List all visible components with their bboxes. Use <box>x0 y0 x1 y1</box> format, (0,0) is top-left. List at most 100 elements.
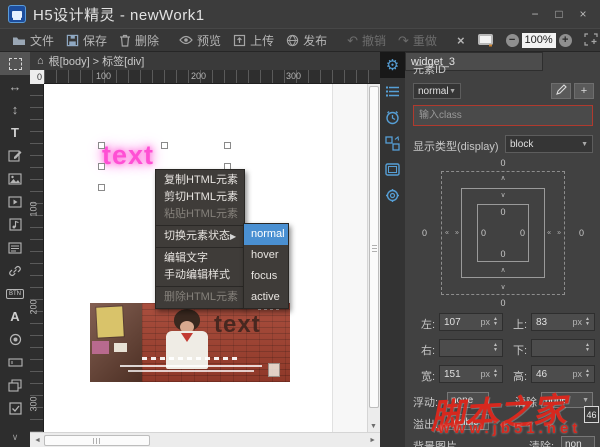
state-dropdown[interactable]: normal▼ <box>413 83 461 99</box>
toolbox-more-button[interactable]: ∨ <box>12 432 19 443</box>
selection-handle[interactable] <box>161 142 168 149</box>
stepper-icon[interactable]: ▲▼ <box>493 369 498 379</box>
stepper-left-icon[interactable]: « <box>547 230 551 237</box>
top-input[interactable]: 83 px ▲▼ <box>531 313 595 331</box>
horizontal-scroll-thumb[interactable] <box>44 435 150 446</box>
selected-text-widget[interactable]: text <box>102 140 154 171</box>
padding-top-value[interactable]: 0 <box>500 207 505 217</box>
stepper-up-icon[interactable]: ∧ <box>500 267 505 274</box>
menu-item-edit-text[interactable]: 编辑文字 <box>156 250 244 267</box>
submenu-item-focus[interactable]: focus <box>244 266 288 287</box>
button-tool[interactable]: BTN <box>0 282 30 305</box>
stepper-up-icon[interactable]: ∧ <box>500 175 505 182</box>
padding-right-value[interactable]: 0 <box>520 228 525 238</box>
delete-button[interactable]: 删除 <box>113 31 165 50</box>
submenu-item-active[interactable]: active <box>244 287 288 308</box>
float-select[interactable]: none <box>447 392 489 408</box>
selection-handle[interactable] <box>224 142 231 149</box>
stepper-icon[interactable]: ▲▼ <box>585 369 590 379</box>
tab-page[interactable] <box>380 156 405 182</box>
scroll-right-arrow-icon[interactable]: ► <box>365 437 380 444</box>
edit-state-button[interactable] <box>551 83 571 99</box>
add-state-button[interactable]: + <box>574 83 594 99</box>
stepper-down-icon[interactable]: ∨ <box>500 192 505 199</box>
stepper-right-icon[interactable]: » <box>455 230 459 237</box>
bottom-input[interactable]: ▲▼ <box>531 339 595 357</box>
image-tool[interactable] <box>0 167 30 190</box>
margin-left-value[interactable]: 0 <box>422 228 427 238</box>
close-button[interactable]: × <box>574 6 592 22</box>
menu-item-cut[interactable]: 剪切HTML元素 <box>156 189 244 206</box>
width-input[interactable]: 151 px ▲▼ <box>439 365 503 383</box>
anchor-tool[interactable]: A <box>0 305 30 328</box>
zoom-level-value[interactable]: 100% <box>522 33 556 48</box>
menu-item-copy[interactable]: 复制HTML元素 <box>156 172 244 189</box>
selection-handle[interactable] <box>98 163 105 170</box>
checkbox-tool[interactable] <box>0 397 30 420</box>
restore-button[interactable]: □ <box>550 6 568 22</box>
save-button[interactable]: 保存 <box>60 31 113 50</box>
tab-advanced[interactable] <box>380 182 405 208</box>
device-view-button[interactable] <box>471 32 500 49</box>
redo-button[interactable]: ↷ 重做 <box>392 31 443 50</box>
undo-button[interactable]: ↶ 撤销 <box>341 31 392 50</box>
publish-button[interactable]: 发布 <box>280 31 333 50</box>
margin-top-value[interactable]: 0 <box>500 158 505 168</box>
tab-animation[interactable] <box>380 104 405 130</box>
menu-item-paste[interactable]: 粘贴HTML元素 <box>156 206 244 223</box>
artboard-button[interactable] <box>578 32 600 48</box>
minimize-button[interactable]: − <box>526 6 544 22</box>
vertical-scroll-thumb[interactable] <box>369 86 379 408</box>
upload-button[interactable]: 上传 <box>227 31 280 50</box>
overflow-select[interactable]: visible <box>447 414 489 430</box>
stepper-icon[interactable]: ▲▼ <box>493 317 498 327</box>
layers-tool[interactable] <box>0 374 30 397</box>
menu-item-switch-state[interactable]: 切换元素状态 ▶ <box>156 228 244 245</box>
design-canvas[interactable]: text text <box>44 84 367 432</box>
stepper-icon[interactable]: ▲▼ <box>585 343 590 353</box>
link-tool[interactable] <box>0 259 30 282</box>
rich-text-tool[interactable] <box>0 144 30 167</box>
left-input[interactable]: 107 px ▲▼ <box>439 313 503 331</box>
margin-bottom-value[interactable]: 0 <box>500 298 505 308</box>
height-input[interactable]: 46 px ▲▼ <box>531 365 595 383</box>
class-input[interactable] <box>413 105 593 126</box>
input-tool[interactable] <box>0 351 30 374</box>
selection-handle[interactable] <box>98 142 105 149</box>
scroll-left-arrow-icon[interactable]: ◄ <box>30 437 45 444</box>
menu-item-delete[interactable]: 删除HTML元素 <box>156 289 244 306</box>
preview-button[interactable]: 预览 <box>173 31 227 50</box>
margin-right-value[interactable]: 0 <box>579 228 584 238</box>
tab-properties[interactable] <box>380 78 405 104</box>
stepper-right-icon[interactable]: » <box>557 230 561 237</box>
tab-settings[interactable]: ⚙ <box>380 52 405 78</box>
horizontal-scrollbar[interactable]: ◄ ► <box>30 432 380 447</box>
zoom-out-button[interactable]: − <box>500 33 519 48</box>
vertical-resize-tool[interactable]: ↕ <box>0 98 30 121</box>
zoom-in-button[interactable]: + <box>559 33 578 48</box>
text-tool[interactable]: T <box>0 121 30 144</box>
clear-select[interactable]: non <box>561 436 595 447</box>
form-tool[interactable] <box>0 236 30 259</box>
close-page-button[interactable]: × <box>451 32 471 49</box>
breadcrumb-path[interactable]: 根[body] > 标签[div] <box>49 53 145 69</box>
home-icon[interactable]: ⌂ <box>37 55 44 67</box>
right-input[interactable]: ▲▼ <box>439 339 503 357</box>
vertical-scrollbar[interactable]: ▼ <box>367 84 380 432</box>
select-tool[interactable] <box>0 52 30 75</box>
tab-transform[interactable] <box>380 130 405 156</box>
stepper-down-icon[interactable]: ∨ <box>500 284 505 291</box>
submenu-item-normal[interactable]: normal <box>244 224 288 245</box>
file-button[interactable]: 文件 <box>6 31 60 50</box>
radio-tool[interactable] <box>0 328 30 351</box>
stepper-left-icon[interactable]: « <box>445 230 449 237</box>
audio-tool[interactable] <box>0 213 30 236</box>
submenu-item-hover[interactable]: hover <box>244 245 288 266</box>
scroll-down-arrow-icon[interactable]: ▼ <box>370 423 377 430</box>
padding-bottom-value[interactable]: 0 <box>500 249 505 259</box>
stepper-icon[interactable]: ▲▼ <box>585 317 590 327</box>
photo-widget[interactable]: text <box>90 303 290 382</box>
selection-handle[interactable] <box>98 184 105 191</box>
display-select[interactable]: block▼ <box>505 135 593 153</box>
video-tool[interactable] <box>0 190 30 213</box>
